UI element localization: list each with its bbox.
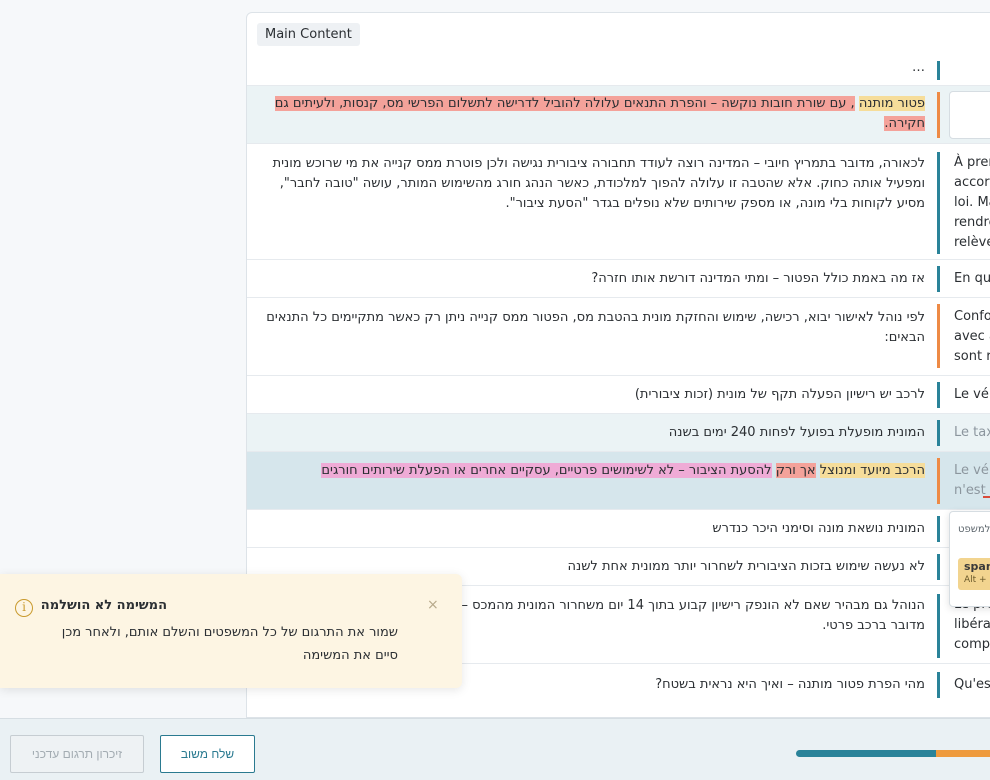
segment-status-bar	[937, 152, 940, 254]
segment-target-text: À premi accorde loi. Ma rendre relève	[954, 155, 990, 250]
segment-target-text[interactable]: Le véh n'est a	[954, 461, 990, 501]
info-icon: i	[15, 599, 33, 617]
highlight-term: להסעת הציבור – לא לשימושים פרטיים, עסקיי…	[321, 463, 772, 478]
close-icon[interactable]: ×	[427, 598, 441, 612]
segment-row[interactable]: אז מה באמת כולל הפטור – ומתי המדינה דורש…	[247, 259, 990, 297]
suggestion-popup: למשפט span Alt +	[949, 511, 990, 607]
segment-status-bar	[937, 458, 940, 504]
segment-target-text: Le tax	[954, 425, 990, 440]
highlight-term: אך ורק	[775, 463, 816, 478]
segment-row[interactable]: …	[247, 61, 990, 85]
tag-suggestion-chip[interactable]: span Alt +	[958, 558, 990, 590]
segment-source-text: המונית נושאת מונה וסימני היכר כנדרש	[712, 521, 925, 536]
translation-memory-button[interactable]: זיכרון תרגום עדכני	[10, 735, 144, 773]
segment-row[interactable]: המונית נושאת מונה וסימני היכר כנדרש	[247, 509, 990, 547]
highlight-term: פטור מותנה	[858, 96, 925, 111]
segment-status-bar	[937, 304, 940, 368]
segment-source-text: פטור מותנה , עם שורת חובות נוקשה – והפרת…	[265, 94, 925, 134]
segment-row[interactable]: לפי נוהל לאישור יבוא, רכישה, שימוש והחזק…	[247, 297, 990, 375]
segment-row-active[interactable]: הרכב מיועד ומנוצל אך ורק להסעת הציבור – …	[247, 451, 990, 509]
panel-title-tag: Main Content	[257, 23, 360, 46]
segment-status-bar	[937, 382, 940, 408]
segment-row[interactable]: המונית מופעלת בפועל לפחות 240 ימים בשנה …	[247, 413, 990, 451]
progress-fill-pending	[935, 750, 990, 757]
segment-source-text: לכאורה, מדובר בתמריץ חיובי – המדינה רוצה…	[272, 156, 925, 211]
segment-status-bar	[937, 420, 940, 446]
popup-label: למשפט	[958, 524, 990, 535]
toast-message: שמור את התרגום של כל המשפטים והשלם אותם,…	[61, 625, 398, 663]
progress-bar	[796, 750, 990, 757]
highlight-term: , עם שורת חובות נוקשה – והפרת התנאים עלו…	[274, 96, 925, 131]
segment-status-bar	[937, 266, 940, 292]
toast-title: המשימה לא הושלמה	[40, 598, 167, 613]
spellcheck-underline	[983, 496, 990, 498]
segment-row[interactable]: פטור מותנה , עם שורת חובות נוקשה – והפרת…	[247, 85, 990, 143]
segment-source-text: המונית מופעלת בפועל לפחות 240 ימים בשנה	[668, 425, 925, 440]
segment-source-text: לרכב יש רישיון הפעלה תקף של מונית (זכות …	[634, 387, 925, 402]
segment-source-text: לפי נוהל לאישור יבוא, רכישה, שימוש והחזק…	[266, 310, 925, 345]
segment-status-bar	[937, 516, 940, 542]
segment-target-text: Le véh	[954, 387, 990, 402]
segment-target-text: En que	[954, 271, 990, 286]
bottom-toolbar: זיכרון תרגום עדכני שלח משוב	[0, 718, 990, 780]
segment-status-bar	[937, 594, 940, 658]
incomplete-task-toast: i × המשימה לא הושלמה שמור את התרגום של כ…	[0, 574, 462, 688]
segment-source-text: …	[912, 61, 925, 75]
segment-status-bar	[937, 92, 940, 138]
highlight-term: הרכב מיועד ומנוצל	[819, 463, 925, 478]
segment-row[interactable]: לכאורה, מדובר בתמריץ חיובי – המדינה רוצה…	[247, 143, 990, 259]
progress-fill-completed	[796, 750, 936, 757]
send-feedback-button[interactable]: שלח משוב	[160, 735, 255, 773]
segment-status-bar	[937, 672, 940, 698]
segment-source-text: אז מה באמת כולל הפטור – ומתי המדינה דורש…	[591, 271, 925, 286]
segment-source-text: הרכב מיועד ומנוצל אך ורק להסעת הציבור – …	[265, 461, 925, 481]
segment-status-bar	[937, 61, 940, 80]
segment-row[interactable]: לרכב יש רישיון הפעלה תקף של מונית (זכות …	[247, 375, 990, 413]
segment-status-bar	[937, 554, 940, 580]
translation-input[interactable]	[949, 91, 990, 139]
segment-target-text: Qu'est	[954, 677, 990, 692]
segment-target-text: Confo avec a sont r	[954, 309, 990, 364]
